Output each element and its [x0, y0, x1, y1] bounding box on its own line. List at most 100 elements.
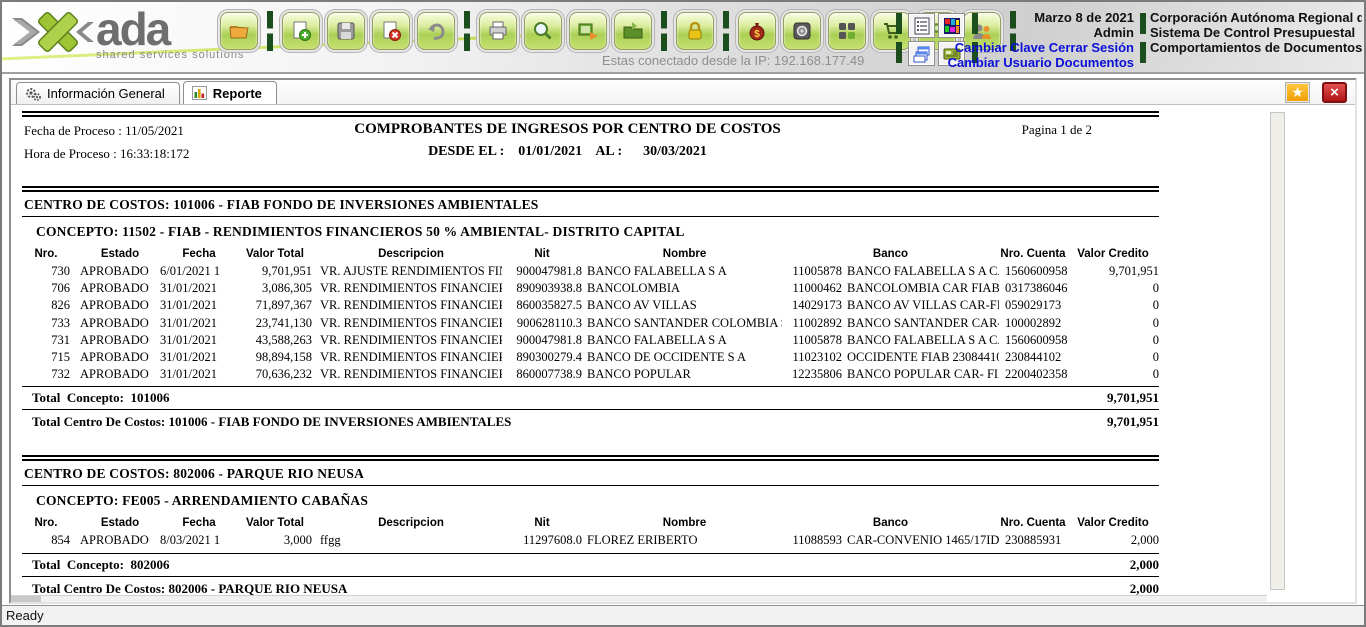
concepto-header: CONCEPTO: 11502 - FIAB - RENDIMIENTOS FI… [22, 217, 1159, 245]
centro-costos-header: CENTRO DE COSTOS: 101006 - FIAB FONDO DE… [22, 192, 1159, 216]
toolbar-divider [661, 11, 667, 51]
col-nit: Nit [502, 516, 582, 532]
change-user-link[interactable]: Cambiar Usuario Documentos [948, 55, 1134, 70]
print-preview-button[interactable] [524, 12, 562, 50]
accounts-button[interactable] [828, 12, 866, 50]
col-valor-total: Valor Total [238, 247, 312, 263]
col-nombre: Nombre [587, 516, 782, 532]
toolbar-divider [723, 11, 729, 51]
undo-icon [425, 20, 447, 42]
total-concepto-value: 9,701,951 [1107, 390, 1159, 406]
delete-document-button[interactable] [372, 12, 410, 50]
money-bag-icon: $ [746, 20, 768, 42]
column-headers: Nro. Estado Fecha Valor Total Descripcio… [22, 516, 1159, 532]
report-page: Fecha de Proceso : 11/05/2021 Hora de Pr… [11, 106, 1171, 601]
vertical-scrollbar[interactable] [1270, 112, 1285, 590]
rows-section-2: 854 APROBADO 8/03/2021 1 3,000 ffgg 1129… [22, 532, 1171, 549]
col-descripcion: Descripcion [320, 516, 502, 532]
col-estado: Estado [80, 516, 160, 532]
money-bag-button[interactable]: $ [738, 12, 776, 50]
import-folder-button[interactable] [614, 12, 652, 50]
app-logo: ada shared services solutions [10, 6, 245, 61]
undo-button[interactable] [417, 12, 455, 50]
accounts-grid-icon [836, 20, 858, 42]
report-date-range: DESDE EL : 01/01/2021 AL : 30/03/2021 [22, 144, 1113, 160]
col-banco: Banco [782, 247, 999, 263]
main-content: Información General Reporte ★ × Fecha de… [9, 78, 1357, 604]
company-name: Corporación Autónoma Regional de C [1150, 10, 1362, 25]
total-concepto-value: 2,000 [1130, 557, 1159, 573]
export-image-button[interactable] [569, 12, 607, 50]
table-row: 715 APROBADO 31/01/2021 98,894,158 VR. R… [22, 349, 1159, 366]
col-nro: Nro. [22, 247, 70, 263]
ada-logo-icon [10, 6, 96, 58]
col-nro: Nro. [22, 516, 70, 532]
save-button[interactable] [327, 12, 365, 50]
favorite-button[interactable]: ★ [1285, 82, 1310, 103]
toolbar-divider [267, 11, 273, 51]
table-row: 854 APROBADO 8/03/2021 1 3,000 ffgg 1129… [22, 532, 1159, 549]
tab-label: Reporte [213, 86, 262, 101]
module-name: Comportamientos de Documentos [1150, 40, 1362, 55]
system-name: Sistema De Control Presupuestal [1150, 25, 1362, 40]
open-folder-icon [228, 20, 250, 42]
table-row: 731 APROBADO 31/01/2021 43,588,263 VR. R… [22, 332, 1159, 349]
session-user: Admin [884, 25, 1134, 40]
total-centro-row: Total Centro De Costos: 101006 - FIAB FO… [22, 410, 1159, 434]
tab-label: Información General [47, 86, 165, 101]
tab-reporte[interactable]: Reporte [183, 81, 277, 104]
centro-costos-header: CENTRO DE COSTOS: 802006 - PARQUE RIO NE… [22, 461, 1159, 485]
print-icon [487, 20, 509, 42]
safe-icon [791, 20, 813, 42]
close-icon: × [1330, 84, 1339, 101]
total-centro-label: Total Centro De Costos: 101006 - FIAB FO… [22, 414, 511, 430]
col-fecha: Fecha [160, 247, 238, 263]
col-nit: Nit [502, 247, 582, 263]
delete-document-icon [380, 20, 402, 42]
col-fecha: Fecha [160, 516, 238, 532]
column-headers: Nro. Estado Fecha Valor Total Descripcio… [22, 247, 1159, 263]
total-concepto-row: Total Concepto: 101006 9,701,951 [22, 387, 1159, 409]
col-valor-credito: Valor Credito [1067, 247, 1159, 263]
logout-link[interactable]: Cerrar Sesión [1049, 40, 1134, 55]
scrollbar-thumb[interactable] [11, 596, 41, 602]
close-button[interactable]: × [1322, 82, 1347, 103]
toolbar-divider [464, 11, 470, 51]
tab-bar: Información General Reporte ★ × [11, 80, 1355, 105]
col-banco: Banco [782, 516, 999, 532]
session-date: Marzo 8 de 2021 [884, 10, 1134, 25]
col-valor-total: Valor Total [238, 516, 312, 532]
table-row: 730 APROBADO 6/01/2021 1 9,701,951 VR. A… [22, 263, 1159, 280]
col-nro-cuenta: Nro. Cuenta [999, 247, 1067, 263]
new-document-button[interactable] [282, 12, 320, 50]
table-row: 706 APROBADO 31/01/2021 3,086,305 VR. RE… [22, 280, 1159, 297]
change-password-link[interactable]: Cambiar Clave [955, 40, 1045, 55]
horizontal-scrollbar[interactable] [11, 595, 1267, 602]
lock-icon [684, 20, 706, 42]
svg-text:$: $ [754, 29, 760, 40]
report-title: COMPROBANTES DE INGRESOS POR CENTRO DE C… [22, 121, 1113, 138]
safe-button[interactable] [783, 12, 821, 50]
new-document-icon [290, 20, 312, 42]
session-panel: Marzo 8 de 2021 Admin Cambiar Clave Cerr… [884, 10, 1134, 70]
col-nro-cuenta: Nro. Cuenta [999, 516, 1067, 532]
col-valor-credito: Valor Credito [1067, 516, 1159, 532]
total-centro-value: 9,701,951 [1107, 414, 1159, 430]
star-icon: ★ [1291, 84, 1304, 101]
app-window: ada shared services solutions [0, 0, 1366, 627]
header-divider [1140, 13, 1146, 63]
save-icon [335, 20, 357, 42]
col-estado: Estado [80, 247, 160, 263]
tab-informacion-general[interactable]: Información General [16, 82, 180, 104]
lock-button[interactable] [676, 12, 714, 50]
concepto-header: CONCEPTO: FE005 - ARRENDAMIENTO CABAÑAS [22, 486, 1159, 514]
table-row: 733 APROBADO 31/01/2021 23,741,130 VR. R… [22, 315, 1159, 332]
col-descripcion: Descripcion [320, 247, 502, 263]
app-info-panel: Corporación Autónoma Regional de C Siste… [1150, 10, 1362, 55]
total-concepto-label: Total Concepto: 101006 [22, 390, 169, 406]
print-preview-icon [532, 20, 554, 42]
open-folder-button[interactable] [220, 12, 258, 50]
status-text: Ready [6, 608, 44, 623]
print-button[interactable] [479, 12, 517, 50]
page-indicator: Pagina 1 de 2 [1022, 122, 1092, 138]
